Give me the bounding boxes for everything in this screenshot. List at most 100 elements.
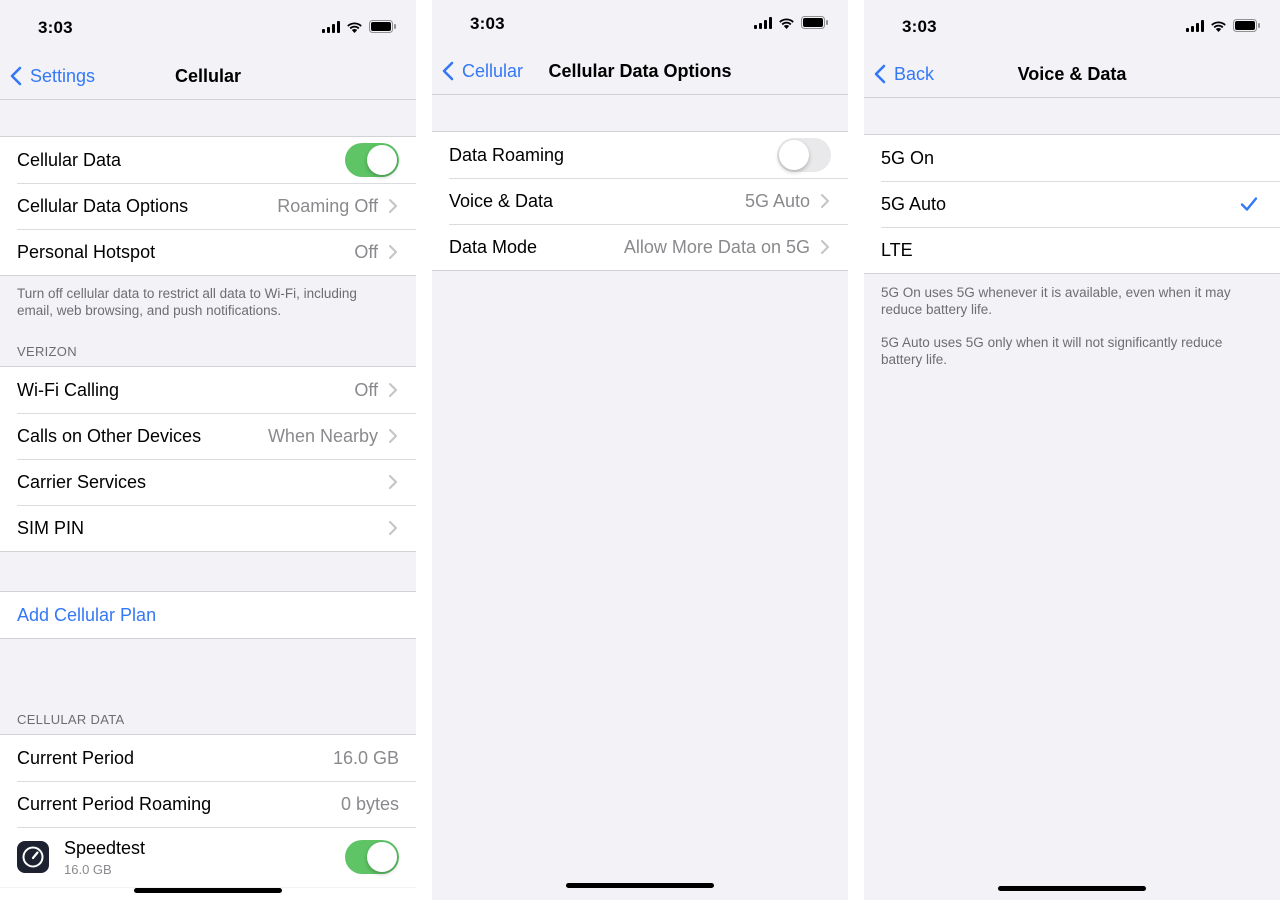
current-period-roaming-row: Current Period Roaming 0 bytes xyxy=(0,781,416,827)
row-value: When Nearby xyxy=(267,425,378,446)
row-label: 5G On xyxy=(881,147,935,168)
row-label: 5G Auto xyxy=(881,193,947,214)
row-value: Off xyxy=(354,241,378,262)
app-name: Speedtest xyxy=(64,837,146,858)
data-roaming-row: Data Roaming xyxy=(432,132,848,178)
status-time: 3:03 xyxy=(470,14,505,33)
status-time: 3:03 xyxy=(38,18,73,37)
5g-auto-description: 5G Auto uses 5G only when it will not si… xyxy=(881,335,1223,367)
chevron-right-icon xyxy=(389,521,397,535)
cellular-data-toggle[interactable] xyxy=(345,143,399,177)
row-label: Data Mode xyxy=(449,236,538,257)
divider xyxy=(0,99,416,100)
voice-and-data-row[interactable]: Voice & Data 5G Auto xyxy=(432,178,848,224)
chevron-right-icon xyxy=(389,245,397,259)
checkmark-icon xyxy=(1240,197,1258,211)
battery-icon xyxy=(1233,19,1260,37)
divider xyxy=(432,94,848,95)
row-label: Personal Hotspot xyxy=(17,241,156,262)
divider xyxy=(864,97,1280,98)
chevron-left-icon xyxy=(10,66,22,86)
row-value: Allow More Data on 5G xyxy=(623,236,810,257)
back-label: Settings xyxy=(30,65,96,86)
row-label: Calls on Other Devices xyxy=(17,425,202,446)
current-period-row: Current Period 16.0 GB xyxy=(0,735,416,781)
chevron-right-icon xyxy=(389,383,397,397)
chevron-right-icon xyxy=(821,240,829,254)
row-label: Voice & Data xyxy=(449,190,554,211)
option-5g-auto[interactable]: 5G Auto xyxy=(864,181,1280,227)
navigation-bar: Back Voice & Data xyxy=(864,50,1280,98)
5g-on-description: 5G On uses 5G whenever it is available, … xyxy=(881,285,1231,317)
chevron-left-icon xyxy=(874,64,886,84)
carrier-group: Wi-Fi Calling Off Calls on Other Devices… xyxy=(0,366,416,552)
home-indicator xyxy=(998,886,1146,891)
cellular-data-footnote: Turn off cellular data to restrict all d… xyxy=(17,286,357,318)
status-bar: 3:03 xyxy=(864,0,1280,44)
wifi-icon xyxy=(778,16,795,34)
personal-hotspot-row[interactable]: Personal Hotspot Off xyxy=(0,229,416,275)
data-mode-row[interactable]: Data Mode Allow More Data on 5G xyxy=(432,224,848,270)
toggle-knob xyxy=(779,140,809,170)
cellular-settings-screen: 3:03 Settings Cellular Cellular Data Cel… xyxy=(0,0,416,900)
row-label: Cellular Data Options xyxy=(17,195,189,216)
wifi-calling-row[interactable]: Wi-Fi Calling Off xyxy=(0,367,416,413)
cellular-signal-icon xyxy=(322,20,340,38)
battery-icon xyxy=(369,20,396,38)
status-bar: 3:03 xyxy=(0,0,416,44)
section-header-carrier: VERIZON xyxy=(17,344,77,359)
row-label: Wi-Fi Calling xyxy=(17,379,120,400)
battery-icon xyxy=(801,16,828,34)
chevron-right-icon xyxy=(389,199,397,213)
cellular-main-group: Cellular Data Cellular Data Options Roam… xyxy=(0,136,416,276)
back-label: Cellular xyxy=(462,60,524,81)
row-label: Current Period xyxy=(17,747,135,768)
row-value: 5G Auto xyxy=(744,190,810,211)
row-value: Roaming Off xyxy=(277,195,378,216)
row-label: SIM PIN xyxy=(17,517,85,538)
chevron-right-icon xyxy=(389,475,397,489)
back-button[interactable]: Back xyxy=(872,50,934,98)
section-header-cellular-data: CELLULAR DATA xyxy=(17,712,125,727)
row-value: 16.0 GB xyxy=(332,747,399,768)
back-label: Back xyxy=(894,63,935,84)
cellular-data-options-row[interactable]: Cellular Data Options Roaming Off xyxy=(0,183,416,229)
add-plan-group: Add Cellular Plan xyxy=(0,591,416,639)
carrier-services-row[interactable]: Carrier Services xyxy=(0,459,416,505)
option-lte[interactable]: LTE xyxy=(864,227,1280,273)
row-label: Current Period Roaming xyxy=(17,793,212,814)
row-value: 0 bytes xyxy=(340,793,399,814)
voice-and-data-screen: 3:03 Back Voice & Data 5G On 5G Auto LTE… xyxy=(864,0,1280,900)
option-5g-on[interactable]: 5G On xyxy=(864,135,1280,181)
status-bar: 3:03 xyxy=(432,0,848,44)
app-usage: 16.0 GB xyxy=(64,861,112,877)
sim-pin-row[interactable]: SIM PIN xyxy=(0,505,416,551)
back-button[interactable]: Cellular xyxy=(440,47,523,95)
wifi-icon xyxy=(346,20,363,38)
row-label: Carrier Services xyxy=(17,471,147,492)
navigation-bar: Settings Cellular xyxy=(0,52,416,100)
voice-data-options-group: 5G On 5G Auto LTE xyxy=(864,134,1280,274)
cellular-data-options-screen: 3:03 Cellular Cellular Data Options Data… xyxy=(432,0,848,900)
chevron-right-icon xyxy=(821,194,829,208)
cellular-signal-icon xyxy=(754,16,772,34)
cellular-signal-icon xyxy=(1186,19,1204,37)
navigation-bar: Cellular Cellular Data Options xyxy=(432,47,848,95)
cellular-data-row: Cellular Data xyxy=(0,137,416,183)
app-row-speedtest: Speedtest 16.0 GB xyxy=(0,827,416,887)
row-value: Off xyxy=(354,379,378,400)
status-time: 3:03 xyxy=(902,17,937,36)
home-indicator xyxy=(134,888,282,893)
calls-on-other-devices-row[interactable]: Calls on Other Devices When Nearby xyxy=(0,413,416,459)
row-label: Add Cellular Plan xyxy=(17,604,157,625)
home-indicator xyxy=(566,883,714,888)
chevron-left-icon xyxy=(442,61,454,81)
speedtest-data-toggle[interactable] xyxy=(345,840,399,874)
data-roaming-toggle[interactable] xyxy=(777,138,831,172)
toggle-knob xyxy=(367,842,397,872)
back-button[interactable]: Settings xyxy=(8,52,95,100)
toggle-knob xyxy=(367,145,397,175)
usage-group: Current Period 16.0 GB Current Period Ro… xyxy=(0,734,416,887)
add-cellular-plan-button[interactable]: Add Cellular Plan xyxy=(0,592,416,638)
speedometer-icon xyxy=(17,841,49,873)
